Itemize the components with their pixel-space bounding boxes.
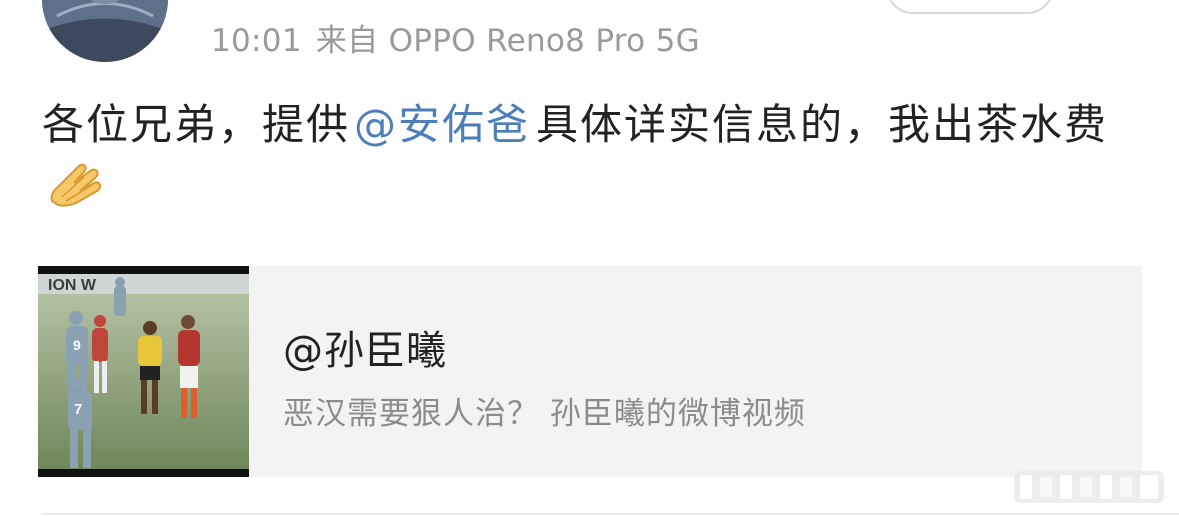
video-card-title[interactable]: @孙臣曦 — [283, 318, 447, 376]
palms-together-icon — [48, 157, 104, 224]
video-card-description: 恶汉需要狠人治？ 孙臣曦的微博视频 — [283, 396, 806, 432]
player-number-9: 9 — [73, 337, 81, 353]
watermark — [1006, 467, 1172, 507]
post-text: 各位兄弟，提供@安佑爸 具体详实信息的，我出茶水费 — [42, 94, 1142, 224]
post-time: 10:01 — [211, 23, 302, 59]
post-text-part1: 各位兄弟，提供 — [42, 100, 351, 149]
avatar[interactable] — [42, 0, 168, 62]
post-source: 来自 OPPO Reno8 Pro 5G — [315, 23, 700, 59]
post-text-part2: 具体详实信息的，我出茶水费 — [536, 100, 1109, 149]
post-meta: 10:01 来自 OPPO Reno8 Pro 5G — [211, 15, 700, 60]
player-number-7: 7 — [74, 401, 82, 418]
follow-button[interactable] — [886, 0, 1054, 14]
mention-link[interactable]: @安佑爸 — [354, 100, 530, 149]
video-thumbnail[interactable]: ION W 9 7 — [38, 266, 249, 477]
svg-text:ION W: ION W — [48, 277, 97, 294]
video-card[interactable]: ION W 9 7 @孙臣曦 恶汉需要狠人治？ 孙臣曦的微博视频 — [38, 266, 1142, 477]
post-divider — [42, 513, 1179, 515]
